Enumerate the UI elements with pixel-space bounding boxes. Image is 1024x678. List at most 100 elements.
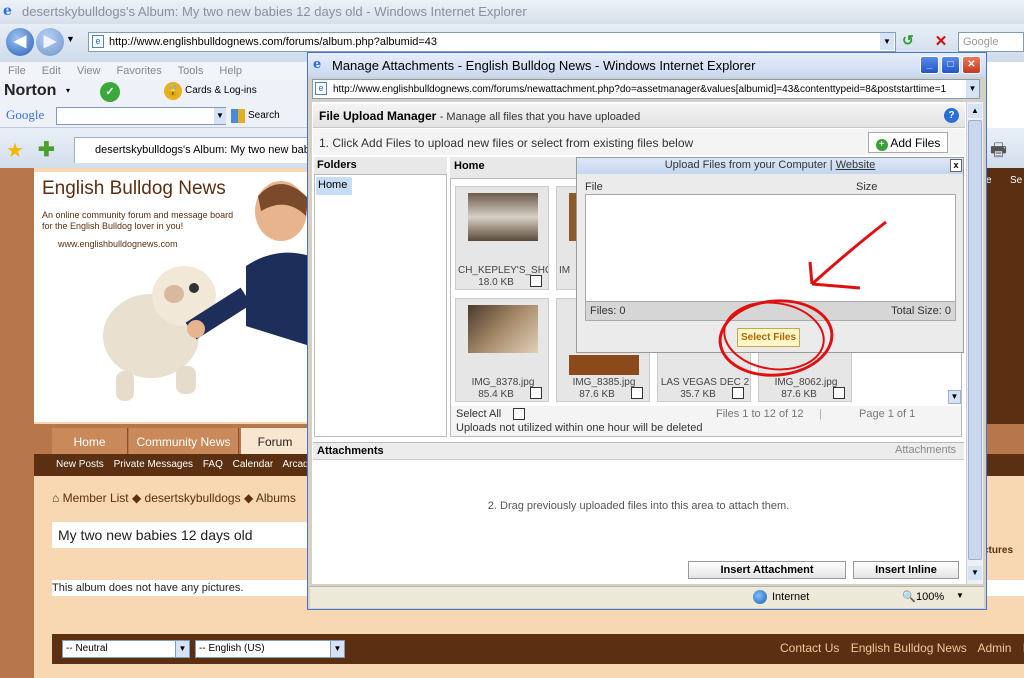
footer-contact-us[interactable]: Contact Us [780, 641, 839, 655]
menu-file[interactable]: File [8, 65, 26, 77]
footer-admin[interactable]: Admin [977, 641, 1011, 655]
popup-ie-icon: e [313, 57, 322, 72]
zoom-dropdown-icon[interactable]: ▼ [956, 591, 964, 600]
column-file: File [585, 181, 603, 193]
site-tab-home[interactable]: Home [52, 428, 128, 454]
subnav-arcade[interactable]: Arcad [282, 459, 308, 470]
thumbnail-checkbox[interactable] [530, 275, 542, 287]
google-search-icon [231, 109, 245, 123]
insert-attachment-button[interactable]: Insert Attachment [688, 561, 846, 579]
scroll-down-icon[interactable]: ▼ [968, 566, 982, 580]
google-search-input[interactable] [56, 107, 226, 125]
thumbnail-size: 87.6 KB [579, 389, 615, 400]
close-window-button[interactable]: ✕ [962, 56, 981, 74]
folder-home[interactable]: Home [316, 177, 352, 195]
files-count: Files 1 to 12 of 12 [716, 408, 804, 420]
file-thumbnail[interactable]: IM [556, 186, 578, 290]
minimize-button[interactable]: _ [920, 56, 939, 74]
red-annotation-drawing [718, 220, 887, 377]
folders-panel [314, 157, 447, 437]
stop-icon[interactable]: ✕ [930, 32, 952, 52]
help-icon[interactable]: ? [944, 108, 959, 123]
outer-window-title: desertskybulldogs's Album: My two new ba… [0, 0, 1024, 24]
popup-scrollbar[interactable]: ▲ ▼ [966, 102, 983, 584]
breadcrumb-albums[interactable]: Albums [256, 491, 296, 505]
popup-address-field[interactable]: http://www.englishbulldognews.com/forums… [312, 79, 980, 99]
forward-button[interactable]: ▶ [36, 28, 64, 56]
norton-dropdown-icon[interactable]: ▾ [66, 86, 70, 95]
zoom-level[interactable]: 100% [916, 591, 944, 603]
subnav-private-messages[interactable]: Private Messages [114, 459, 193, 470]
site-tab-community-news[interactable]: Community News [129, 428, 239, 454]
thumbnail-checkbox[interactable] [732, 387, 744, 399]
outer-search-input[interactable]: Google [958, 32, 1024, 52]
scroll-thumb[interactable] [968, 120, 982, 560]
add-icon: + [875, 139, 888, 151]
favorites-star-icon[interactable]: ★ [6, 138, 24, 163]
add-files-label: Add Files [890, 136, 941, 150]
scroll-up-icon[interactable]: ▲ [968, 104, 982, 118]
back-button[interactable]: ◀ [6, 28, 34, 56]
thumbnail-checkbox[interactable] [530, 387, 542, 399]
zoom-icon: 🔍 [902, 591, 916, 603]
upload-total-size: Total Size: 0 [891, 305, 951, 317]
breadcrumb-separator-icon: ◆ [131, 491, 145, 505]
thumbnail-checkbox[interactable] [833, 387, 845, 399]
menu-favorites[interactable]: Favorites [117, 65, 162, 77]
file-thumbnail[interactable]: CH_KEPLEY'S_SHO 18.0 KB [455, 186, 549, 290]
chevron-down-icon: ▼ [330, 641, 344, 657]
subnav-new-posts[interactable]: New Posts [56, 459, 104, 470]
breadcrumb-user[interactable]: desertskybulldogs [145, 491, 241, 505]
style-select[interactable]: -- Neutral ▼ [62, 640, 190, 658]
website-link[interactable]: Website [836, 159, 876, 171]
footer-english-bulldog-news[interactable]: English Bulldog News [851, 641, 967, 655]
google-search-button[interactable]: Search [248, 110, 280, 121]
norton-label[interactable]: Norton [4, 82, 56, 100]
norton-check-icon[interactable]: ✓ [100, 82, 120, 102]
header-partial-text-2: Se [1010, 175, 1023, 186]
site-tab-forum[interactable]: Forum [241, 428, 310, 454]
column-size: Size [856, 181, 878, 193]
thumbnail-image [468, 305, 538, 353]
subnav-calendar[interactable]: Calendar [233, 459, 274, 470]
add-files-button[interactable]: + Add Files [868, 132, 948, 153]
popup-status-bar: Internet 🔍 100% ▼ [310, 586, 984, 608]
breadcrumb-member-list[interactable]: Member List [63, 491, 129, 505]
drag-instructions: 2. Drag previously uploaded files into t… [487, 500, 790, 512]
language-select[interactable]: -- English (US) ▼ [195, 640, 345, 658]
bulldog-boy-illustration [103, 181, 310, 401]
google-label: Google [6, 107, 45, 122]
thumbnail-image [569, 355, 639, 375]
add-favorite-icon[interactable]: ✚ [38, 137, 55, 162]
breadcrumb: ⌂ Member List ◆ desertskybulldogs ◆ Albu… [52, 491, 310, 513]
menu-tools[interactable]: Tools [178, 65, 204, 77]
subnav-faq[interactable]: FAQ [203, 459, 223, 470]
thumbnail-size: 87.6 KB [781, 389, 817, 400]
select-all-checkbox[interactable] [513, 408, 525, 420]
thumbnail-checkbox[interactable] [631, 387, 643, 399]
menu-help[interactable]: Help [219, 65, 242, 77]
print-icon[interactable]: 🖶 [990, 138, 1007, 168]
google-dropdown-icon[interactable]: ▼ [214, 108, 226, 124]
manager-description: - Manage all files that you have uploade… [439, 111, 641, 123]
outer-browser-tab[interactable]: desertskybulldogs's Album: My two new ba… [74, 137, 310, 163]
address-dropdown-icon[interactable]: ▼ [880, 33, 894, 50]
breadcrumb-separator-icon: ◆ [243, 491, 256, 505]
menu-bar: File Edit View Favorites Tools Help [0, 62, 310, 80]
files-footer: Select All Files 1 to 12 of 12 | Page 1 … [451, 406, 961, 436]
popup-address-dropdown-icon[interactable]: ▼ [966, 80, 979, 98]
menu-edit[interactable]: Edit [42, 65, 61, 77]
home-icon[interactable]: ⌂ [52, 491, 59, 505]
file-thumbnail[interactable]: IMG_8378.jpg 85.4 KB [455, 298, 549, 402]
cards-logins-button[interactable]: Cards & Log-ins [185, 85, 257, 96]
history-dropdown-icon[interactable]: ▼ [66, 34, 75, 44]
maximize-button[interactable]: □ [941, 56, 960, 74]
menu-view[interactable]: View [77, 65, 101, 77]
upload-dialog-title: Upload Files from your Computer [664, 159, 827, 171]
outer-address-field[interactable]: http://www.englishbulldognews.com/forums… [88, 32, 896, 52]
close-dialog-icon[interactable]: x [950, 159, 962, 172]
attachments-right-label: Attachments [895, 444, 957, 456]
files-scroll-down-icon[interactable]: ▼ [948, 390, 961, 404]
insert-inline-button[interactable]: Insert Inline [853, 561, 959, 579]
refresh-icon[interactable]: ↺ [902, 32, 924, 52]
